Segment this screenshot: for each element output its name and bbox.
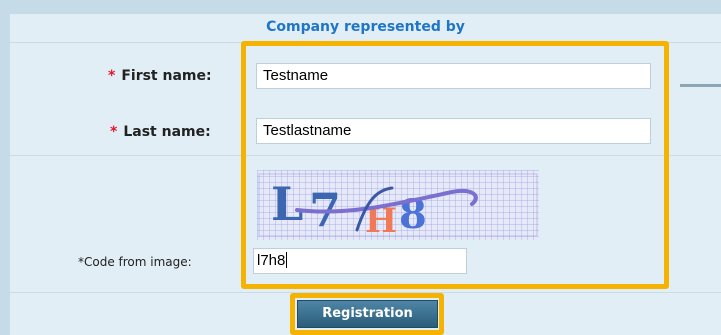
required-star: * [110,124,118,140]
last-name-label-text: Last name: [123,124,211,140]
first-name-label: * First name: [108,68,212,84]
section-header: Company represented by [266,19,465,35]
last-name-label: * Last name: [110,124,211,140]
required-star: * [108,68,116,84]
highlight-frame-fields [241,41,669,289]
first-name-label-text: First name: [121,68,212,84]
captcha-label: *Code from image: [78,255,192,269]
registration-button[interactable]: Registration [297,300,438,328]
connector-line [680,84,721,87]
